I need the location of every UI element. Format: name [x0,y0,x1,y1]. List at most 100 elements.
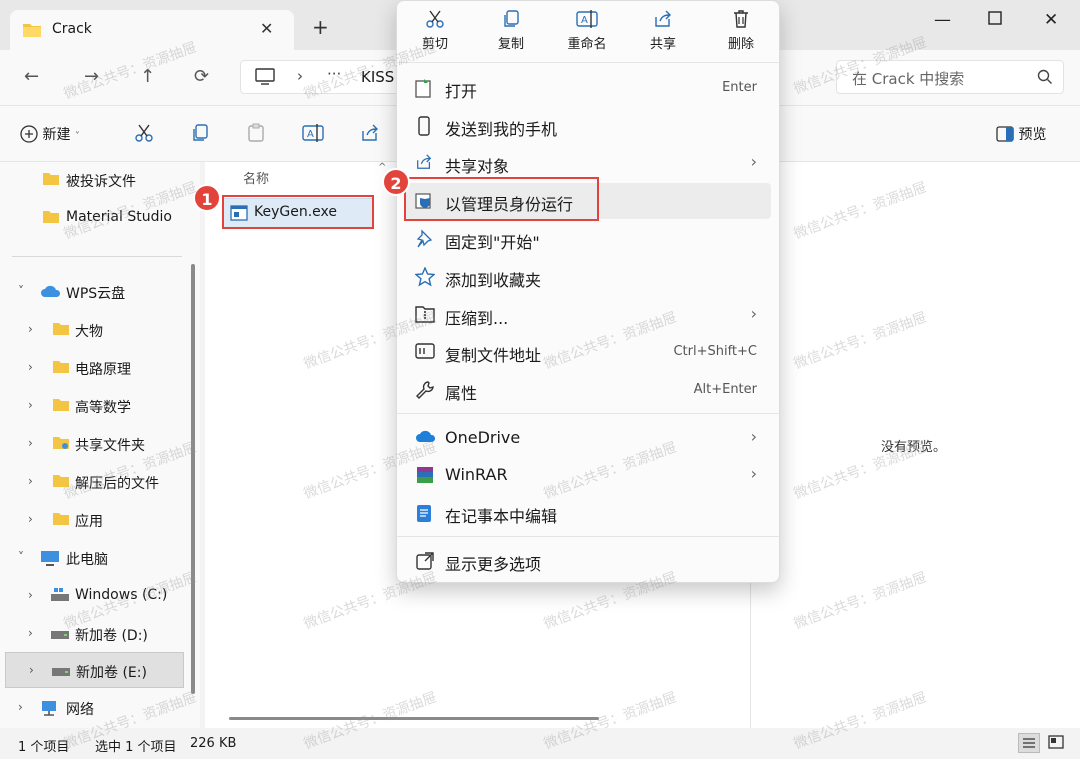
menu-item-label: 固定到"开始" [445,233,540,252]
menu-item-pin-to-start[interactable]: 固定到"开始" [405,221,771,257]
sidebar-item-drive-e[interactable]: › 新加卷 (E:) [5,652,184,688]
menu-item-send-to-phone[interactable]: 发送到我的手机 [405,108,771,144]
chevron-down-icon[interactable]: ˅ [18,550,24,564]
menu-item-properties[interactable]: 属性 Alt+Enter [405,372,771,408]
tiles-view-icon[interactable] [1046,733,1068,753]
details-view-icon[interactable] [1018,733,1040,753]
chevron-right-icon[interactable]: › [18,700,23,714]
menu-item-show-more-options[interactable]: 显示更多选项 [405,543,771,579]
chevron-right-icon[interactable]: › [28,398,33,412]
tab-crack[interactable]: Crack ✕ [10,10,294,50]
sidebar-item-complaints[interactable]: 被投诉文件 [0,162,186,198]
new-label: 新建 [42,127,71,143]
menu-item-copy-path[interactable]: 复制文件地址 Ctrl+Shift+C [405,334,771,370]
sidebar-item-drive-c[interactable]: › Windows (C:) [0,578,186,614]
share-icon[interactable] [360,123,380,147]
rename-action[interactable]: A 重命名 [557,9,617,52]
folder-icon [42,172,60,190]
plus-circle-icon [20,125,38,143]
menu-item-onedrive[interactable]: OneDrive › [405,420,771,456]
menu-item-add-to-favorites[interactable]: 添加到收藏夹 [405,259,771,295]
rename-icon[interactable]: A [302,123,324,147]
sidebar-item-apps[interactable]: › 应用 [0,502,186,538]
search-box[interactable]: 在 Crack 中搜索 [836,60,1064,94]
sidebar-item-physics[interactable]: › 大物 [0,312,186,348]
highlight-run-as-admin [404,177,599,221]
sidebar-item-circuits[interactable]: › 电路原理 [0,350,186,386]
paste-icon[interactable] [246,123,266,147]
sidebar-item-label: 新加卷 (D:) [75,628,148,644]
column-header-name[interactable]: 名称 [243,168,269,187]
scissors-icon [426,10,444,28]
context-menu: 剪切 复制 A 重命名 共享 删除 打开 Enter 发送到我的手机 共享对象 … [396,0,780,583]
menu-item-label: 属性 [445,384,478,403]
sidebar-item-label: 网络 [66,702,94,718]
chevron-right-icon[interactable]: › [28,588,33,602]
cut-action[interactable]: 剪切 [405,9,465,52]
menu-item-winrar[interactable]: WinRAR › [405,457,771,493]
sidebar-item-label: 解压后的文件 [75,476,159,492]
chevron-right-icon[interactable]: › [28,322,33,336]
wrench-icon [415,380,435,404]
close-window-icon[interactable]: ✕ [1044,10,1058,30]
chevron-right-icon: › [750,152,757,171]
sidebar-item-extracted[interactable]: › 解压后的文件 [0,464,186,500]
divider [12,256,182,257]
sidebar-item-drive-d[interactable]: › 新加卷 (D:) [0,616,186,652]
new-button[interactable]: 新建 ˅ [20,124,80,144]
menu-item-share-with[interactable]: 共享对象 › [405,145,771,181]
network-icon [40,700,60,720]
maximize-icon[interactable] [988,10,1002,30]
sidebar-item-label: 新加卷 (E:) [76,665,147,681]
chevron-down-icon[interactable]: ˅ [18,284,24,298]
share-icon [655,10,671,27]
phone-icon [415,116,433,140]
cut-icon[interactable] [134,123,154,147]
chevron-right-icon[interactable]: › [28,360,33,374]
notepad-icon [415,503,433,527]
chevron-right-icon[interactable]: › [28,474,33,488]
forward-button[interactable]: → [84,66,99,87]
new-tab-button[interactable]: + [312,17,329,37]
chevron-right-icon[interactable]: › [28,436,33,450]
minimize-icon[interactable]: — [934,10,951,30]
menu-item-label: 显示更多选项 [445,555,542,574]
chevron-right-icon[interactable]: › [28,626,33,640]
copy-path-icon [415,342,435,364]
sidebar-item-wps-cloud[interactable]: ˅ WPS云盘 [0,274,186,310]
sidebar-scrollbar[interactable] [191,264,195,694]
breadcrumb-item[interactable]: KISS [361,68,394,86]
sidebar-item-math[interactable]: › 高等数学 [0,388,186,424]
up-button[interactable]: ↑ [140,66,155,87]
delete-action[interactable]: 删除 [711,9,771,52]
menu-item-compress[interactable]: 压缩到... › [405,297,771,333]
external-icon [415,551,435,575]
chevron-right-icon[interactable]: › [28,512,33,526]
menu-item-label: 在记事本中编辑 [445,507,558,526]
breadcrumb-more[interactable]: ··· [327,65,341,83]
sidebar-item-material-studio[interactable]: Material Studio [0,200,186,236]
action-label: 重命名 [567,37,607,52]
back-button[interactable]: ← [24,66,39,87]
sidebar-item-shared[interactable]: › 共享文件夹 [0,426,186,462]
drive-icon [50,626,70,644]
menu-separator [397,536,779,537]
drive-icon [51,663,71,681]
horizontal-scrollbar[interactable] [229,717,599,720]
refresh-button[interactable]: ⟳ [194,66,209,87]
share-action[interactable]: 共享 [633,9,693,52]
close-tab-icon[interactable]: ✕ [260,19,273,38]
shared-folder-icon [52,436,70,454]
menu-item-shortcut: Alt+Enter [693,382,757,397]
search-input[interactable]: 在 Crack 中搜索 [852,68,964,89]
chevron-right-icon[interactable]: › [29,663,34,677]
trash-icon [734,10,748,28]
sidebar-item-network[interactable]: › 网络 [0,690,186,726]
menu-item-edit-in-notepad[interactable]: 在记事本中编辑 [405,495,771,531]
open-icon [415,78,433,102]
copy-icon[interactable] [190,123,210,147]
copy-action[interactable]: 复制 [481,9,541,52]
preview-button[interactable]: 预览 [996,124,1046,144]
sidebar-item-this-pc[interactable]: ˅ 此电脑 [0,540,186,576]
menu-item-open[interactable]: 打开 Enter [405,70,771,106]
